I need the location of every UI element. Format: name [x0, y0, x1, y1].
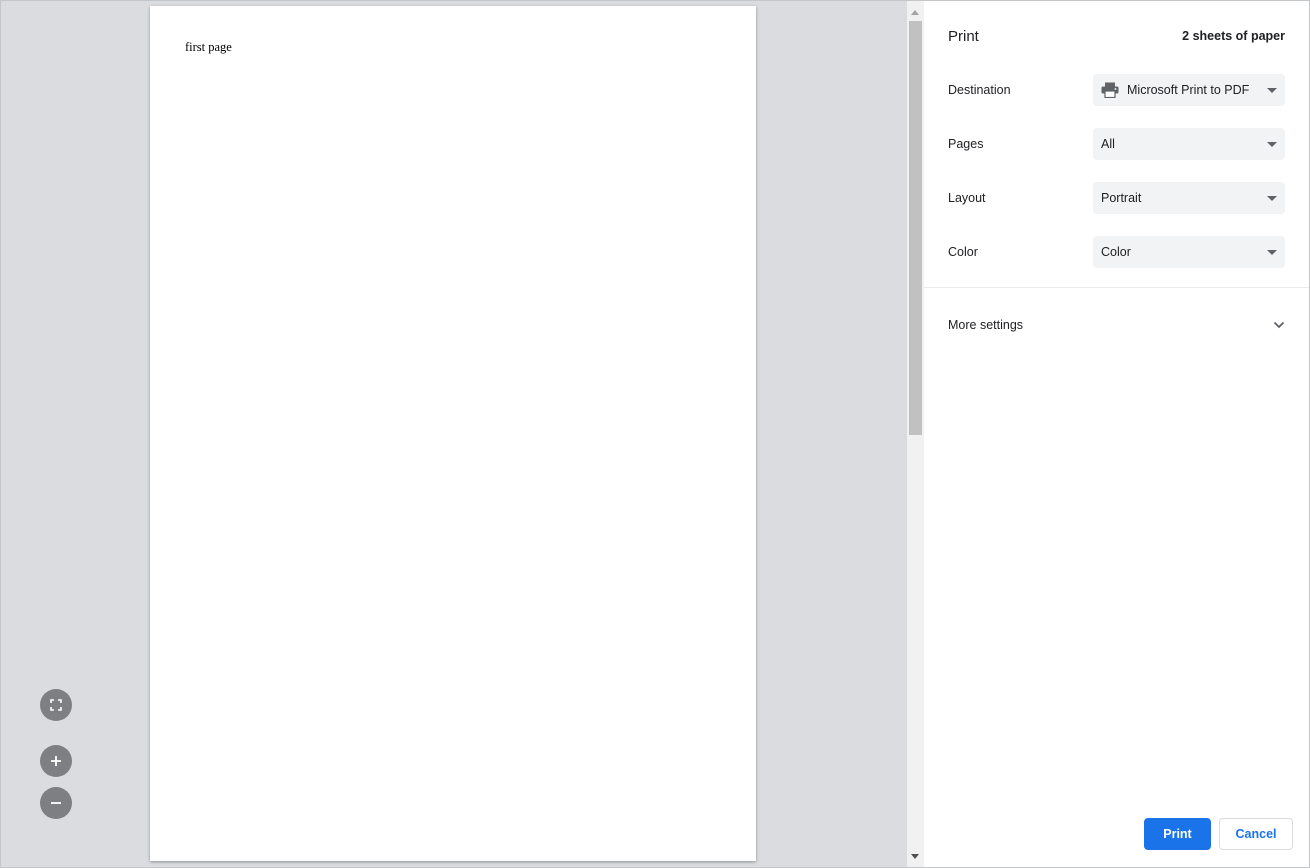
dropdown-arrow-icon: [1267, 196, 1277, 201]
pages-value: All: [1101, 137, 1115, 151]
cancel-button[interactable]: Cancel: [1219, 818, 1293, 850]
pages-row: Pages All: [948, 128, 1285, 160]
section-divider: [924, 287, 1309, 288]
preview-scrollbar[interactable]: [907, 1, 924, 867]
layout-value: Portrait: [1101, 191, 1142, 205]
preview-page: first page: [150, 6, 756, 861]
dropdown-arrow-icon: [1267, 88, 1277, 93]
printer-icon: [1101, 82, 1119, 98]
color-value: Color: [1101, 245, 1131, 259]
chevron-down-icon: [1273, 321, 1285, 329]
dialog-title: Print: [948, 27, 979, 45]
sidebar-header: Print 2 sheets of paper: [948, 25, 1285, 47]
layout-row: Layout Portrait: [948, 182, 1285, 214]
sheet-count: 2 sheets of paper: [1182, 29, 1285, 43]
dropdown-arrow-icon: [1267, 142, 1277, 147]
layout-select[interactable]: Portrait: [1093, 182, 1285, 214]
destination-value: Microsoft Print to PDF: [1127, 83, 1250, 97]
destination-label: Destination: [948, 83, 1011, 97]
destination-row: Destination Microsoft Print to PDF: [948, 74, 1285, 106]
print-preview-area: first page: [1, 1, 907, 867]
print-settings-sidebar: Print 2 sheets of paper Destination Micr…: [924, 1, 1309, 867]
fit-to-page-icon: [50, 699, 62, 711]
dropdown-arrow-icon: [1267, 250, 1277, 255]
more-settings-label: More settings: [948, 318, 1024, 332]
dialog-footer: Print Cancel: [1144, 818, 1293, 850]
page-content-text: first page: [185, 40, 232, 54]
destination-select[interactable]: Microsoft Print to PDF: [1093, 74, 1285, 106]
color-select[interactable]: Color: [1093, 236, 1285, 268]
layout-label: Layout: [948, 191, 986, 205]
zoom-in-button[interactable]: [40, 745, 72, 777]
color-label: Color: [948, 245, 978, 259]
minus-icon: [51, 802, 61, 804]
plus-icon: [51, 756, 61, 766]
fit-to-page-button[interactable]: [40, 689, 72, 721]
scroll-up-arrow-icon[interactable]: [911, 10, 919, 15]
pages-label: Pages: [948, 137, 984, 151]
more-settings-toggle[interactable]: More settings: [948, 311, 1285, 339]
print-button[interactable]: Print: [1144, 818, 1211, 850]
scroll-down-arrow-icon[interactable]: [911, 854, 919, 859]
pages-select[interactable]: All: [1093, 128, 1285, 160]
scroll-thumb[interactable]: [909, 21, 922, 435]
print-dialog: first page Print 2 sheets of paper Desti…: [0, 0, 1310, 868]
zoom-out-button[interactable]: [40, 787, 72, 819]
color-row: Color Color: [948, 236, 1285, 268]
